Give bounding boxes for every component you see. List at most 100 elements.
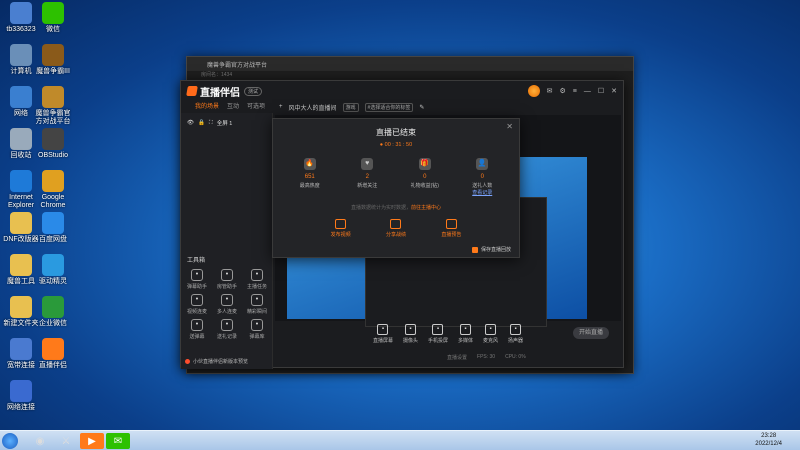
- settings-icon[interactable]: ⚙: [559, 87, 565, 95]
- warcraft-icon: [42, 44, 64, 66]
- media-icon: ▪: [460, 324, 471, 335]
- promo-banner[interactable]: 小伙直播伴侣新版本预览: [185, 358, 248, 365]
- danmaku-lib-icon: •: [251, 319, 263, 331]
- menu-icon[interactable]: ≡: [573, 88, 577, 95]
- folder-icon: [10, 212, 32, 234]
- source-control[interactable]: ▪ 直播屏幕: [373, 324, 393, 344]
- start-button[interactable]: [2, 433, 18, 449]
- desktop-icon[interactable]: 微信: [34, 2, 72, 34]
- live-companion-taskbar-icon[interactable]: ▶: [80, 433, 104, 449]
- logo-text: 直播伴侣: [200, 87, 240, 99]
- tool-item[interactable]: • 精彩瞬间: [243, 294, 271, 315]
- tool-item[interactable]: • 弹幕库: [243, 319, 271, 340]
- tools-title: 工具箱: [187, 258, 206, 264]
- avatar[interactable]: [527, 85, 540, 97]
- clock-date: 2022/12/4: [755, 441, 782, 447]
- tab-interaction[interactable]: 互动: [227, 101, 239, 113]
- system-clock[interactable]: 23:28 2022/12/4: [755, 432, 782, 448]
- folder-icon: [10, 254, 32, 276]
- view-records-link[interactable]: 查看记录: [457, 189, 507, 196]
- edit-icon[interactable]: ✎: [419, 104, 424, 111]
- checkbox-icon[interactable]: [471, 246, 478, 253]
- eye-icon[interactable]: 👁: [187, 120, 194, 126]
- desktop-icon-label: 直播伴侣: [39, 362, 67, 369]
- desktop-icon-label: 网络连接: [7, 404, 35, 411]
- tools-grid: • 弹幕助手 • 房管助手 • 主播任务 • 视频连麦 • 多人连麦 • 精彩瞬间 • 送弹幕 • 送礼记录 •…: [183, 269, 271, 340]
- stat-label: 礼物收益(钻): [410, 183, 439, 189]
- desktop-icon[interactable]: 魔兽争霸III: [34, 44, 72, 76]
- save-replay-option[interactable]: 保存直播回放: [471, 246, 511, 253]
- source-control[interactable]: ▪ 麦克风: [483, 324, 498, 344]
- tool-item[interactable]: • 送弹幕: [183, 319, 211, 340]
- tool-label: 弹幕库: [249, 334, 265, 340]
- app-logo: 直播伴侣: [186, 84, 240, 99]
- maximize-icon[interactable]: ☐: [598, 87, 604, 95]
- tool-label: 精彩瞬间: [246, 309, 267, 315]
- tool-label: 送礼记录: [216, 334, 237, 340]
- source-control[interactable]: ▪ 扬声器: [508, 324, 523, 344]
- mail-icon[interactable]: ✉: [547, 87, 553, 95]
- status-cpu: CPU: 0%: [505, 354, 526, 360]
- live-companion-icon: [42, 338, 64, 360]
- close-icon[interactable]: ✕: [506, 122, 513, 131]
- tool-item[interactable]: • 视频连麦: [183, 294, 211, 315]
- live-duration: ● 00 : 31 : 50: [379, 142, 413, 148]
- tool-item[interactable]: • 主播任务: [243, 269, 271, 290]
- chrome-icon: [42, 170, 64, 192]
- share-results-button[interactable]: 分享战绩: [386, 219, 406, 238]
- broadband-icon: [10, 338, 32, 360]
- source-control[interactable]: ▪ 多媒体: [458, 324, 473, 344]
- tool-item[interactable]: • 送礼记录: [213, 319, 241, 340]
- video-link-icon: •: [191, 294, 203, 306]
- tab-options[interactable]: 可选项: [247, 101, 265, 113]
- task-icon: •: [251, 269, 263, 281]
- desktop-icon[interactable]: Google Chrome: [34, 170, 72, 210]
- dot-icon: [185, 359, 190, 364]
- stat-gifters: 👤 0 送礼人数 查看记录: [457, 158, 507, 196]
- desktop-icon[interactable]: 魔兽争霸官方对战平台: [34, 86, 72, 126]
- minimize-icon[interactable]: —: [584, 88, 591, 95]
- add-scene-icon[interactable]: +: [279, 104, 283, 110]
- tool-item[interactable]: • 多人连麦: [213, 294, 241, 315]
- category-chip[interactable]: 游戏: [342, 102, 359, 112]
- tag-chip[interactable]: #选择适合你的标签: [364, 102, 414, 112]
- tab-scenes[interactable]: 我的场景: [195, 101, 219, 113]
- publish-video-button[interactable]: 发布视频: [331, 219, 351, 238]
- chrome-taskbar-icon[interactable]: ◉: [28, 433, 52, 449]
- game-taskbar-icon[interactable]: ⚔: [54, 433, 78, 449]
- desktop-icon[interactable]: 企业微信: [34, 296, 72, 328]
- status-fps: FPS: 30: [477, 354, 496, 360]
- lock-icon[interactable]: 🔒: [198, 120, 205, 126]
- desktop-icon[interactable]: 直播伴侣: [34, 338, 72, 370]
- video-icon: [335, 219, 347, 229]
- desktop-icon[interactable]: OBStudio: [34, 128, 72, 160]
- stat-label: 送礼人数: [472, 183, 493, 189]
- desktop-icon[interactable]: 网络连接: [2, 380, 40, 412]
- people-icon: 👤: [476, 158, 489, 170]
- send-danmaku-icon: •: [191, 319, 203, 331]
- tool-item[interactable]: • 房管助手: [213, 269, 241, 290]
- stat-value: 651: [304, 174, 315, 180]
- desktop-icon-label: OBStudio: [38, 152, 68, 159]
- control-label: 麦克风: [483, 338, 499, 344]
- live-ended-dialog: ✕ 直播已结束 ● 00 : 31 : 50 🔥 651 最高热度 ♥ 2 新增…: [272, 118, 520, 258]
- source-control[interactable]: ▪ 手机投屏: [428, 324, 448, 344]
- wechat-icon: [42, 2, 64, 24]
- control-label: 摄像头: [402, 338, 418, 344]
- wechat-taskbar-icon[interactable]: ✉: [106, 433, 130, 449]
- game-platform-titlebar[interactable]: 魔兽争霸官方对战平台: [187, 57, 633, 71]
- stat-peak-heat: 🔥 651 最高热度: [285, 158, 335, 196]
- live-preview-button[interactable]: 直播预告: [441, 219, 461, 238]
- close-icon[interactable]: ✕: [611, 87, 617, 95]
- anchor-center-link[interactable]: 前往主播中心: [411, 205, 441, 211]
- desktop-icon[interactable]: 驱动精灵: [34, 254, 72, 286]
- source-control[interactable]: ▪ 摄像头: [403, 324, 418, 344]
- start-live-button[interactable]: 开始直播: [573, 327, 609, 339]
- tool-item[interactable]: • 弹幕助手: [183, 269, 211, 290]
- status-settings[interactable]: 直播设置: [447, 354, 467, 361]
- stream-title[interactable]: 风中大人的直播间: [289, 103, 337, 112]
- stat-label: 最高热度: [299, 183, 320, 189]
- scene-item[interactable]: 👁 🔒 ⛶ 全屏 1: [181, 113, 272, 133]
- desktop-icon[interactable]: 百度网盘: [34, 212, 72, 244]
- user-icon: [10, 2, 32, 24]
